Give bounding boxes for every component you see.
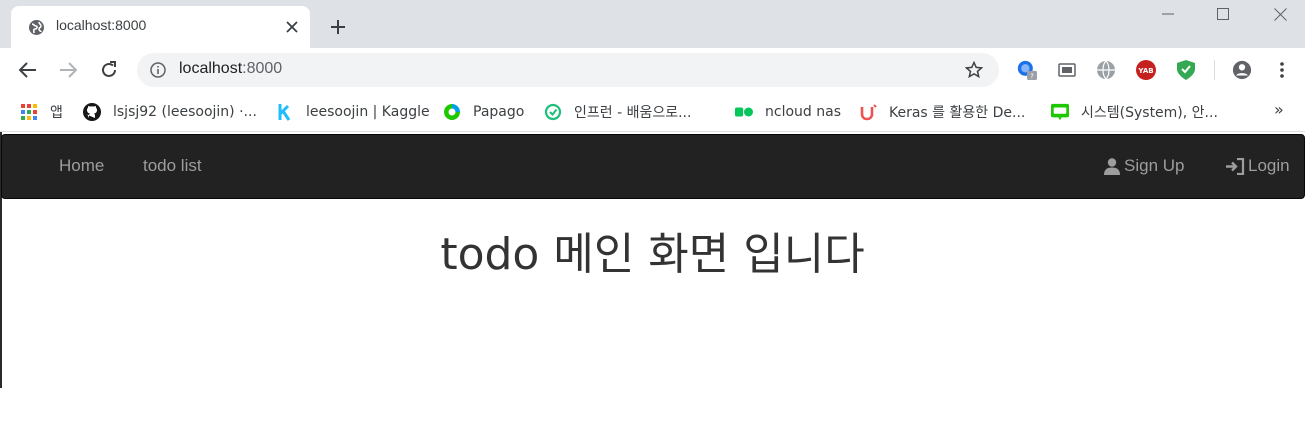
bookmarks-bar: 앱 lsjsj92 (leesoojin) ·... leesoojin | K… [0,92,1305,132]
udemy-icon [859,103,877,121]
yab-label: YAB [1137,67,1153,75]
window-close-icon[interactable] [1268,4,1292,24]
apps-grid-icon [20,103,38,121]
nav-home-link[interactable]: Home [59,156,104,176]
ncloud-icon [735,103,753,121]
svg-text:?: ? [1030,72,1034,80]
extension-shield-icon[interactable] [1176,60,1196,80]
bookmarks-overflow-icon[interactable]: » [1274,100,1284,119]
bookmark-label: 인프런 - 배움으로... [574,105,692,121]
bookmark-keras[interactable]: Keras 를 활용한 De... [859,102,1025,122]
browser-tab[interactable]: localhost:8000 [11,6,310,48]
login-icon [1226,157,1245,175]
nav-login-label: Login [1248,156,1290,175]
github-icon [83,103,101,121]
page-heading: todo 메인 화면 입니다 [440,229,865,280]
close-tab-icon[interactable] [283,18,301,36]
tab-strip: localhost:8000 [0,0,1305,48]
profile-avatar-icon[interactable] [1232,60,1252,80]
extension-world-icon[interactable] [1096,60,1116,80]
nav-signup-link[interactable]: Sign Up [1103,156,1184,176]
reload-icon[interactable] [97,58,121,82]
site-navbar: Home todo list Sign Up Login [1,134,1305,199]
bookmark-label: 시스템(System), 안... [1081,105,1218,121]
bookmark-blog[interactable]: 시스템(System), 안... [1051,102,1218,122]
bookmark-star-icon[interactable] [964,60,984,79]
bookmark-apps[interactable]: 앱 [20,102,63,122]
browser-toolbar: localhost:8000 ? YAB [0,48,1305,92]
bookmark-label: Keras 를 활용한 De... [889,105,1026,121]
toolbar-divider [1214,60,1215,80]
forward-arrow-icon[interactable] [56,58,80,82]
nav-signup-label: Sign Up [1124,156,1185,175]
bookmark-github[interactable]: lsjsj92 (leesoojin) ·... [83,102,257,122]
address-bar[interactable]: localhost:8000 [137,53,999,87]
bookmark-label: Papago [473,104,525,120]
extension-globe-icon[interactable]: ? [1017,60,1037,80]
bookmark-kaggle[interactable]: leesoojin | Kaggle [276,102,430,122]
minimize-icon[interactable] [1156,4,1180,24]
bookmark-papago[interactable]: Papago [443,102,524,122]
kaggle-icon [276,103,294,121]
user-icon [1104,157,1120,175]
site-info-icon[interactable] [150,62,166,78]
browser-menu-icon[interactable] [1272,60,1292,80]
bookmark-ncloud[interactable]: ncloud nas [735,102,841,122]
extension-screen-icon[interactable] [1057,60,1077,80]
papago-icon [443,103,461,121]
maximize-icon[interactable] [1211,4,1235,24]
nav-todo-list-link[interactable]: todo list [143,156,202,176]
new-tab-icon[interactable] [326,15,350,39]
url-host: localhost [179,60,243,77]
nav-login-link[interactable]: Login [1225,156,1290,176]
tab-title: localhost:8000 [56,17,147,33]
bookmark-label: ncloud nas [765,104,841,120]
bookmark-inflearn[interactable]: 인프런 - 배움으로... [544,102,691,122]
bookmark-label: leesoojin | Kaggle [306,104,430,120]
blog-icon [1051,103,1069,121]
globe-icon [28,19,45,36]
bookmark-label: 앱 [50,105,63,121]
extension-yab-icon[interactable]: YAB [1136,60,1156,80]
bookmark-label: lsjsj92 (leesoojin) ·... [113,104,257,120]
address-url[interactable]: localhost:8000 [179,60,282,78]
inflearn-icon [544,103,562,121]
url-port: :8000 [242,60,283,77]
back-arrow-icon[interactable] [16,58,40,82]
